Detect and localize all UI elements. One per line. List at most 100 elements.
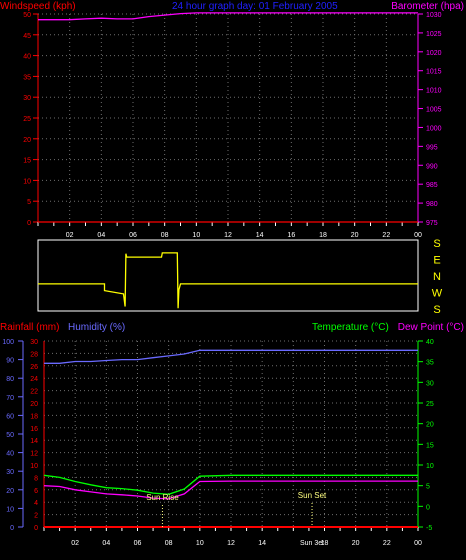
humidity-tick-label: 70 xyxy=(6,395,14,402)
humidity-tick-label: 80 xyxy=(6,376,14,383)
rainfall-tick-label: 28 xyxy=(30,351,38,358)
humidity-tick-label: 20 xyxy=(6,488,14,495)
x-tick-label: 22 xyxy=(382,232,390,239)
sun-set-axis-label: Sun 3et xyxy=(300,540,324,547)
weather-graph: Windspeed (kph) 24 hour graph day: 01 Fe… xyxy=(0,0,466,555)
humidity-tick-label: 90 xyxy=(6,358,14,365)
rainfall-tick-label: 14 xyxy=(30,438,38,445)
temperature-tick-label: 40 xyxy=(426,339,434,346)
sun-set-label: Sun Set xyxy=(298,491,327,500)
rainfall-tick-label: 16 xyxy=(30,426,38,433)
x-tick-label: 02 xyxy=(71,540,79,547)
humidity-tick-label: 100 xyxy=(2,339,14,346)
humidity-axis-label: Humidity (%) xyxy=(68,322,125,333)
x-tick-label: 04 xyxy=(97,232,105,239)
rainfall-tick-label: 24 xyxy=(30,376,38,383)
windspeed-tick-label: 0 xyxy=(27,220,31,227)
barometer-tick-label: 1015 xyxy=(426,69,442,76)
windspeed-tick-label: 50 xyxy=(23,12,31,19)
temperature-tick-label: 0 xyxy=(426,504,430,511)
barometer-tick-label: 1005 xyxy=(426,107,442,114)
rainfall-tick-label: 18 xyxy=(30,413,38,420)
compass-label-n: N xyxy=(433,271,441,283)
temperature-tick-label: -5 xyxy=(426,525,432,532)
rainfall-tick-label: 10 xyxy=(30,463,38,470)
wind-direction-line xyxy=(38,252,418,309)
barometer-tick-label: 975 xyxy=(426,220,438,227)
x-tick-label: 12 xyxy=(224,232,232,239)
series-temperature-c-line xyxy=(43,474,418,495)
rainfall-tick-label: 12 xyxy=(30,451,38,458)
windspeed-tick-label: 25 xyxy=(23,116,31,123)
barometer-axis-label: Barometer (hpa) xyxy=(391,1,464,12)
rainfall-tick-label: 20 xyxy=(30,401,38,408)
windspeed-tick-label: 30 xyxy=(23,95,31,102)
x-tick-label: 00 xyxy=(414,232,422,239)
x-tick-label: 08 xyxy=(165,540,173,547)
temperature-tick-label: 30 xyxy=(426,380,434,387)
x-tick-label: 12 xyxy=(227,540,235,547)
x-tick-label: 04 xyxy=(102,540,110,547)
temperature-tick-label: 35 xyxy=(426,360,434,367)
x-tick-label: 18 xyxy=(319,232,327,239)
compass-label-s: S xyxy=(433,238,440,250)
rainfall-tick-label: 4 xyxy=(34,500,38,507)
windspeed-tick-label: 20 xyxy=(23,137,31,144)
temperature-tick-label: 25 xyxy=(426,401,434,408)
barometer-tick-label: 1025 xyxy=(426,31,442,38)
dewpoint-axis-label: Dew Point (°C) xyxy=(398,322,464,333)
wind-direction-panel: SENWS xyxy=(37,238,443,316)
humidity-tick-label: 40 xyxy=(6,451,14,458)
barometer-tick-label: 1020 xyxy=(426,50,442,57)
temperature-tick-label: 15 xyxy=(426,442,434,449)
x-tick-label: 06 xyxy=(129,232,137,239)
x-tick-label: 06 xyxy=(134,540,142,547)
weather-chart-svg: Windspeed (kph) 24 hour graph day: 01 Fe… xyxy=(0,1,464,547)
bottom-panel: 0246810121416182022242628300102030405060… xyxy=(2,339,434,547)
humidity-tick-label: 60 xyxy=(6,413,14,420)
humidity-tick-label: 50 xyxy=(6,432,14,439)
top-panel: 0510152025303540455097598098599099510001… xyxy=(23,12,441,239)
windspeed-tick-label: 15 xyxy=(23,158,31,165)
x-tick-label: 22 xyxy=(383,540,391,547)
windspeed-axis-label: Windspeed (kph) xyxy=(0,1,76,12)
x-tick-label: 02 xyxy=(66,232,74,239)
rainfall-tick-label: 6 xyxy=(34,488,38,495)
humidity-tick-label: 10 xyxy=(6,506,14,513)
rainfall-tick-label: 0 xyxy=(34,525,38,532)
windspeed-tick-label: 10 xyxy=(23,178,31,185)
barometer-tick-label: 1010 xyxy=(426,88,442,95)
barometer-tick-label: 995 xyxy=(426,144,438,151)
barometer-tick-label: 1000 xyxy=(426,125,442,132)
x-tick-label: 16 xyxy=(287,232,295,239)
sun-rise-label: Sun Rise xyxy=(146,493,179,502)
barometer-tick-label: 980 xyxy=(426,201,438,208)
temperature-tick-label: 10 xyxy=(426,463,434,470)
windspeed-tick-label: 40 xyxy=(23,54,31,61)
rainfall-tick-label: 22 xyxy=(30,389,38,396)
barometer-tick-label: 990 xyxy=(426,163,438,170)
x-tick-label: 14 xyxy=(256,232,264,239)
rainfall-tick-label: 8 xyxy=(34,475,38,482)
temperature-tick-label: 5 xyxy=(426,484,430,491)
windspeed-tick-label: 5 xyxy=(27,199,31,206)
rainfall-tick-label: 2 xyxy=(34,513,38,520)
x-tick-label: 08 xyxy=(161,232,169,239)
rainfall-axis-label: Rainfall (mm) xyxy=(0,322,59,333)
rainfall-tick-label: 26 xyxy=(30,364,38,371)
x-tick-label: 10 xyxy=(192,232,200,239)
humidity-tick-label: 30 xyxy=(6,469,14,476)
x-tick-label: 00 xyxy=(414,540,422,547)
x-tick-label: 14 xyxy=(258,540,266,547)
compass-label-e: E xyxy=(433,255,440,267)
windspeed-tick-label: 45 xyxy=(23,33,31,40)
compass-label-w: W xyxy=(432,288,443,300)
chart-title: 24 hour graph day: 01 February 2005 xyxy=(172,1,338,12)
x-tick-label: 20 xyxy=(352,540,360,547)
temperature-axis-label: Temperature (°C) xyxy=(312,322,389,333)
windspeed-tick-label: 35 xyxy=(23,74,31,81)
temperature-tick-label: 20 xyxy=(426,422,434,429)
barometer-tick-label: 1030 xyxy=(426,12,442,19)
compass-label-s: S xyxy=(433,304,440,316)
rainfall-tick-label: 30 xyxy=(30,339,38,346)
